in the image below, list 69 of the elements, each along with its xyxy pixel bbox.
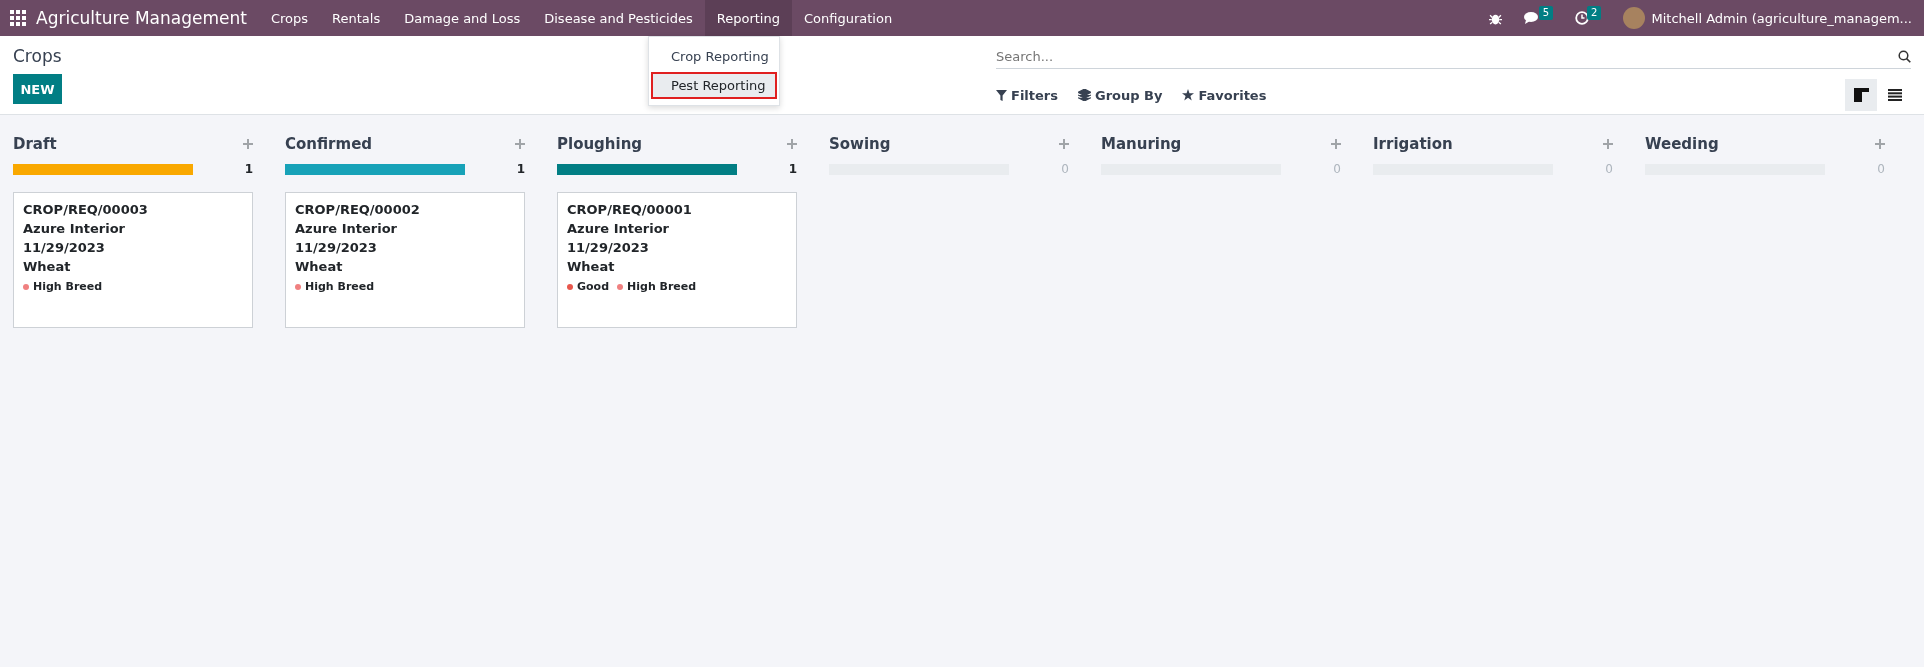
record-count: 0 <box>1333 162 1341 176</box>
tag-label: Good <box>577 280 610 293</box>
filter-option[interactable]: Favorites <box>1198 87 1267 103</box>
card-customer: Azure Interior <box>23 221 126 236</box>
plus-icon[interactable] <box>787 139 797 149</box>
plus-icon[interactable] <box>1875 139 1885 149</box>
column-title: Draft <box>13 135 57 153</box>
card-date: 11/29/2023 <box>295 240 378 255</box>
column-title: Confirmed <box>285 135 373 153</box>
kanban-view-button[interactable] <box>1845 79 1877 111</box>
page-title: Crops <box>13 46 62 66</box>
dropdown-item[interactable]: Pest Reporting <box>651 72 777 99</box>
card-crop: Wheat <box>567 259 616 274</box>
card-customer: Azure Interior <box>567 221 670 236</box>
chat-icon[interactable] <box>1523 11 1541 25</box>
tag-label: High Breed <box>305 280 375 293</box>
plus-icon[interactable] <box>243 139 253 149</box>
plus-icon[interactable] <box>1059 139 1069 149</box>
avatar[interactable] <box>1623 7 1646 29</box>
layers-icon <box>1078 89 1091 101</box>
record-count: 1 <box>516 162 525 176</box>
search-icon[interactable] <box>1898 49 1911 63</box>
new-button[interactable]: NEW <box>13 74 62 104</box>
apps-grid-icon[interactable] <box>10 10 26 26</box>
card-customer: Azure Interior <box>295 221 398 236</box>
filter-option[interactable]: Group By <box>1095 87 1163 103</box>
column-title: Irrigation <box>1373 135 1453 153</box>
card-date: 11/29/2023 <box>567 240 650 255</box>
dropdown-item[interactable]: Crop Reporting <box>651 43 777 70</box>
menu-item[interactable]: Reporting <box>704 0 792 36</box>
card-crop: Wheat <box>295 259 344 274</box>
record-count: 0 <box>1877 162 1885 176</box>
app-name[interactable]: Agriculture Management <box>36 8 247 28</box>
record-count: 0 <box>1061 162 1069 176</box>
kanban-card[interactable]: CROP/REQ/00003 Azure Interior 11/29/2023 Wheat High Breed <box>13 192 253 328</box>
menu-item[interactable]: Rentals <box>320 0 393 36</box>
search-field[interactable]: Search... <box>996 48 1898 64</box>
tag-label: High Breed <box>627 280 697 293</box>
menu-item[interactable]: Configuration <box>791 0 905 36</box>
card-reference: CROP/REQ/00002 <box>295 202 421 217</box>
record-count: 0 <box>1605 162 1613 176</box>
list-icon <box>1888 89 1902 101</box>
tag-label: High Breed <box>33 280 103 293</box>
user-name[interactable]: Mitchell Admin (agriculture_managem... <box>1651 10 1912 26</box>
column-title: Sowing <box>829 135 891 153</box>
star-icon <box>1182 89 1195 101</box>
column-title: Ploughing <box>557 135 643 153</box>
menu-item[interactable]: Damage and Loss <box>392 0 533 36</box>
kanban-card[interactable]: CROP/REQ/00001 Azure Interior 11/29/2023 Wheat Good High Breed <box>557 192 797 328</box>
card-date: 11/29/2023 <box>23 240 106 255</box>
record-count: 1 <box>244 162 253 176</box>
menu-item[interactable]: Crops <box>258 0 320 36</box>
column-title: Manuring <box>1101 135 1182 153</box>
card-crop: Wheat <box>23 259 72 274</box>
clock-icon[interactable] <box>1575 11 1590 25</box>
record-count: 1 <box>788 162 797 176</box>
plus-icon[interactable] <box>1331 139 1341 149</box>
card-reference: CROP/REQ/00001 <box>567 202 693 217</box>
plus-icon[interactable] <box>1603 139 1613 149</box>
kanban-card[interactable]: CROP/REQ/00002 Azure Interior 11/29/2023 Wheat High Breed <box>285 192 525 328</box>
card-reference: CROP/REQ/00003 <box>23 202 149 217</box>
message-count: 5 <box>1538 6 1554 20</box>
menu-item[interactable]: Disease and Pesticides <box>532 0 705 36</box>
column-title: Weeding <box>1645 135 1719 153</box>
plus-icon[interactable] <box>515 139 525 149</box>
activity-count: 2 <box>1587 6 1602 20</box>
kanban-icon <box>1853 88 1869 102</box>
filter-icon <box>996 89 1007 101</box>
filter-option[interactable]: Filters <box>1011 87 1058 103</box>
